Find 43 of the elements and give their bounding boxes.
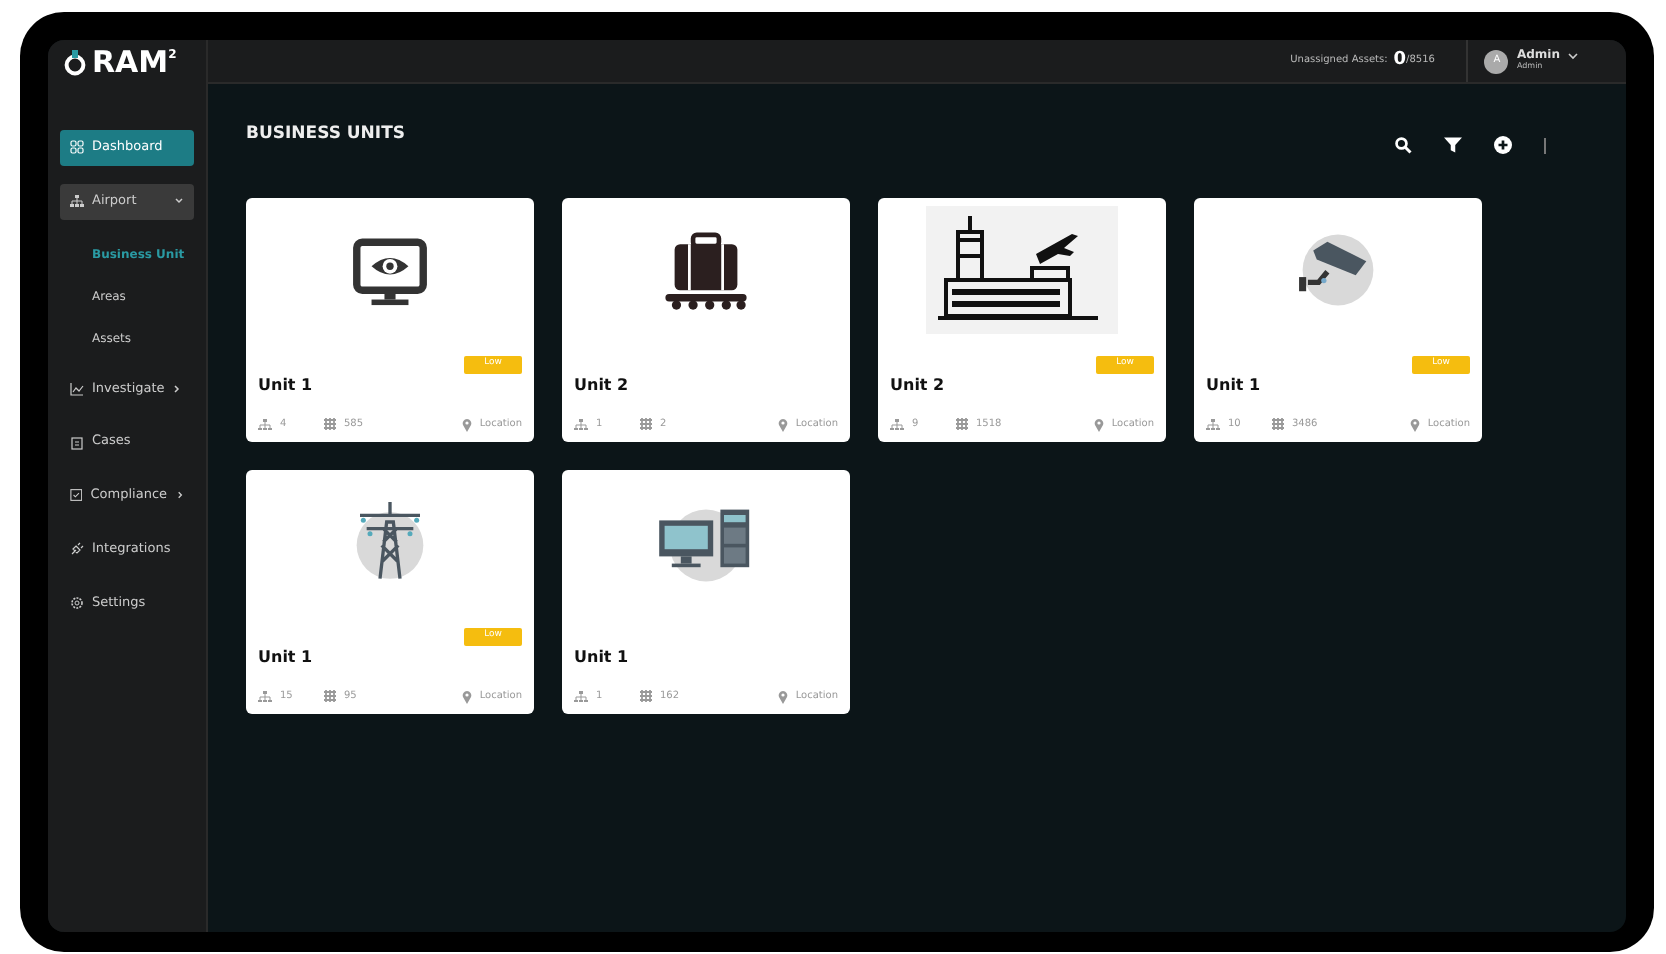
location-pin-icon bbox=[461, 417, 472, 432]
unit-name: Unit 2 bbox=[574, 373, 631, 397]
location-pin-icon bbox=[1093, 417, 1104, 432]
hierarchy-icon bbox=[574, 418, 588, 431]
plug-icon bbox=[70, 542, 84, 557]
hierarchy-icon bbox=[890, 418, 904, 431]
grid-icon bbox=[956, 418, 968, 431]
chevron-icon bbox=[172, 383, 183, 394]
checkbox-icon bbox=[70, 488, 83, 503]
search-icon[interactable] bbox=[1394, 136, 1412, 154]
unit-name: Unit 1 bbox=[1206, 373, 1263, 397]
grid-icon bbox=[324, 418, 336, 431]
logo-icon bbox=[64, 49, 86, 75]
page-title: BUSINESS UNITS bbox=[246, 122, 406, 148]
grid-icon bbox=[640, 418, 652, 431]
chevron-icon bbox=[175, 490, 184, 501]
filter-icon[interactable] bbox=[1444, 136, 1462, 154]
grid-icon bbox=[70, 140, 84, 155]
hierarchy-icon bbox=[574, 690, 588, 703]
location-pin-icon bbox=[461, 689, 472, 704]
location-pin-icon bbox=[777, 689, 788, 704]
unit-name: Unit 1 bbox=[258, 645, 315, 669]
unit-name: Unit 1 bbox=[258, 373, 315, 397]
grid-icon bbox=[640, 690, 652, 703]
chart-icon bbox=[70, 381, 84, 396]
grid-icon bbox=[324, 690, 336, 703]
hierarchy-icon bbox=[70, 194, 84, 209]
clipboard-icon bbox=[70, 435, 84, 450]
unit-name: Unit 1 bbox=[574, 645, 631, 669]
location-pin-icon bbox=[777, 417, 788, 432]
unassigned-count: 0 bbox=[1393, 47, 1407, 74]
brand-name: RAM$^{2}$ bbox=[92, 41, 177, 84]
caret-icon[interactable] bbox=[1568, 51, 1578, 59]
chevron-icon bbox=[174, 196, 184, 207]
settings-icon bbox=[70, 595, 84, 610]
hierarchy-icon bbox=[1206, 418, 1220, 431]
add-icon[interactable] bbox=[1494, 136, 1512, 154]
location-pin-icon bbox=[1409, 417, 1420, 432]
unit-name: Unit 2 bbox=[890, 373, 947, 397]
hierarchy-icon bbox=[258, 418, 272, 431]
grid-icon bbox=[1272, 418, 1284, 431]
hierarchy-icon bbox=[258, 690, 272, 703]
airport-icon bbox=[926, 206, 1118, 335]
